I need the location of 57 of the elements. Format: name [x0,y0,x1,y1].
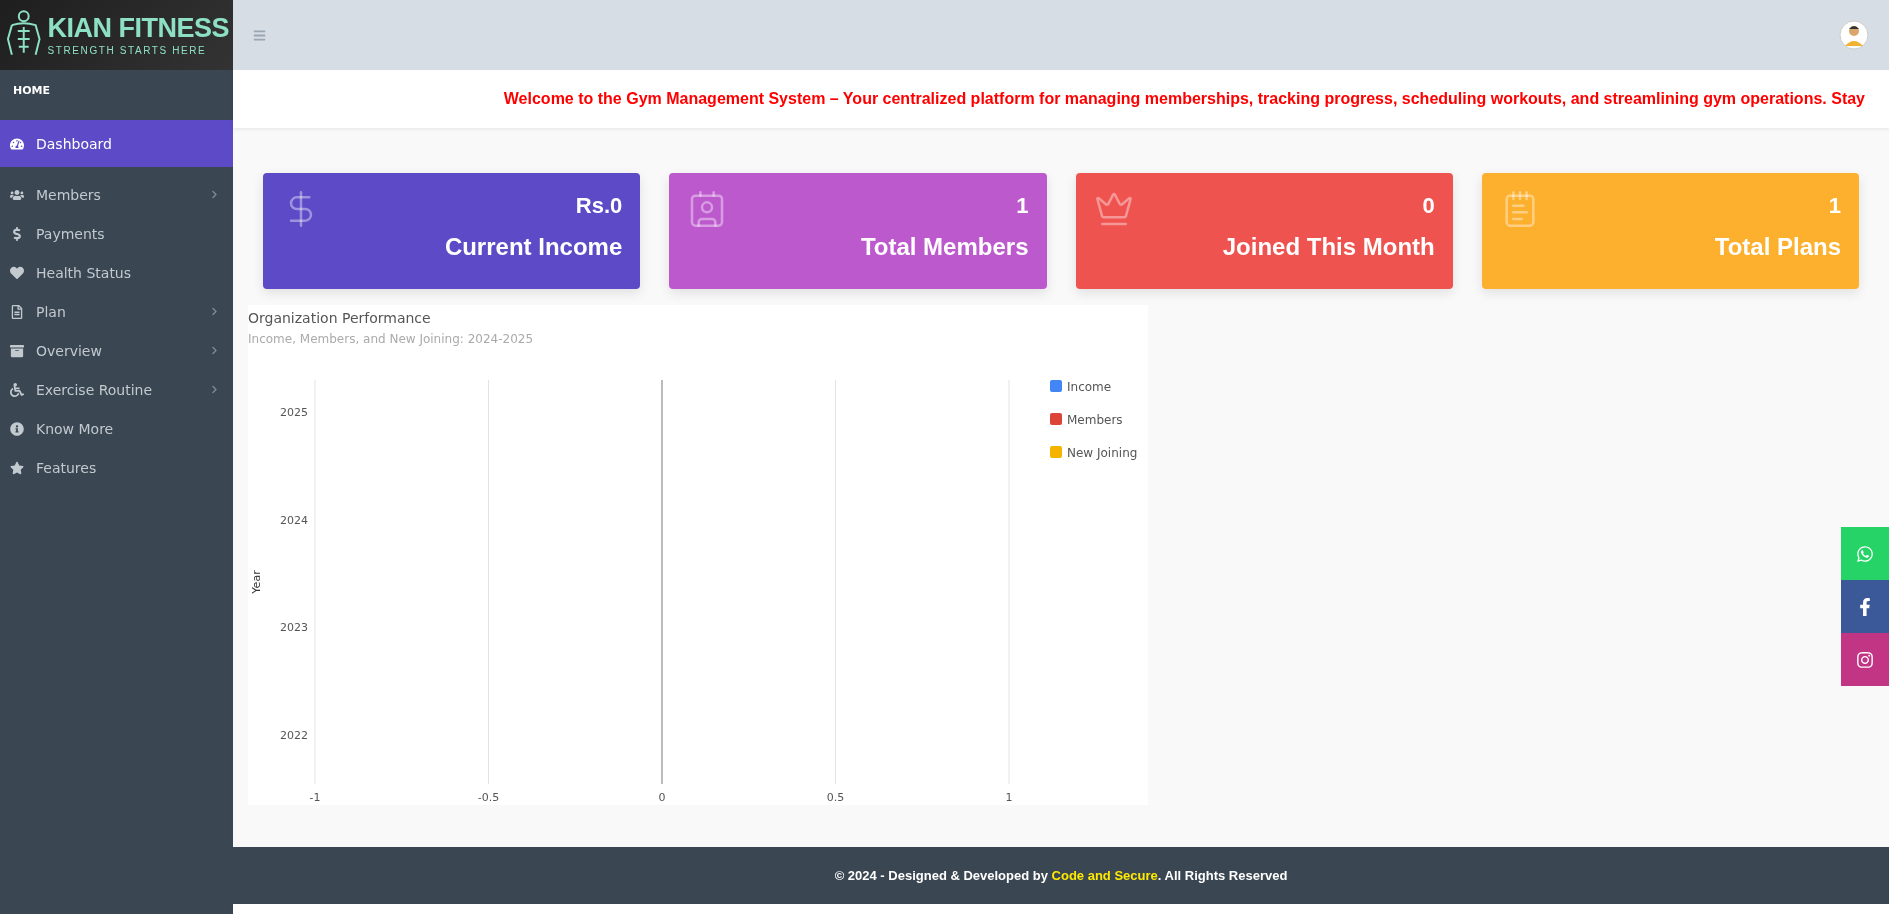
footer-link[interactable]: Code and Secure [1051,868,1158,883]
sidebar-item[interactable]: Dashboard [0,120,233,167]
axis-tick-label: -1 [309,791,321,804]
chart-subtitle: Income, Members, and New Joining: 2024-2025 [248,332,534,346]
logo-title: KIAN FITNESS [47,14,229,42]
instagram-icon [1856,650,1874,669]
axis-tick-label: 0 [658,791,666,804]
legend-label: Income [1067,380,1112,394]
menu-icon[interactable] [253,28,266,42]
axis-tick-label: 2023 [280,621,308,635]
instagram-button[interactable] [1841,633,1889,686]
axis-tick-label: 2025 [280,406,308,420]
wheelchair-icon [10,382,24,397]
chart-title: Organization Performance [248,310,431,326]
sidebar-item[interactable]: Health Status [0,253,233,292]
stat-label: Joined This Month [1222,233,1435,261]
users-icon [10,187,24,202]
sidebar-item[interactable]: Features [0,448,233,487]
star-icon [10,460,24,475]
sidebar-item[interactable]: Overview [0,331,233,370]
sidebar-item[interactable]: Plan [0,292,233,331]
sidebar-heading: HOME [12,82,52,99]
chevron-right-icon [210,307,219,316]
chevron-right-icon [210,190,219,199]
sidebar-item[interactable]: Payments [0,214,233,253]
chevron-right-icon [210,346,219,355]
axis-tick-label: 0.5 [826,791,845,804]
document-icon [10,304,24,319]
whatsapp-icon [1856,544,1874,563]
logo-tagline: STRENGTH STARTS HERE [47,44,208,56]
axis-tick-label: 2022 [280,728,308,742]
welcome-marquee: Welcome to the Gym Management System – Your centralized platform for managing memberships, tracking progress, scheduling workouts, and streamlining gym operations. Stay [503,90,1865,108]
footer-text: © 2024 - Designed & Developed by Code and Secure. All Rights Reserved [834,868,1288,883]
axis-tick-label: -0.5 [477,791,500,804]
info-icon [10,421,24,436]
stat-value: 0 [1422,193,1435,219]
dollar-icon [10,226,24,241]
chevron-right-icon [210,385,219,394]
stat-value: Rs.0 [575,193,623,219]
sidebar-item[interactable]: Exercise Routine [0,370,233,409]
sidebar-item[interactable]: Members [0,175,233,214]
stat-value: 1 [1828,193,1841,219]
legend-label: Members [1067,413,1123,427]
axis-tick-label: 2024 [280,513,308,527]
stat-label: Total Members [860,233,1029,261]
sidebar-item[interactable]: Know More [0,409,233,448]
axis-tick-label: 1 [1005,791,1013,804]
stat-label: Current Income [444,233,623,261]
stat-label: Total Plans [1714,233,1841,261]
axis-title: Year [250,570,263,594]
gauge-icon [10,136,24,151]
archive-icon [10,343,24,358]
heart-icon [10,265,24,280]
stat-value: 1 [1016,193,1029,219]
legend-label: New Joining [1067,446,1138,460]
avatar-icon[interactable] [1839,20,1869,50]
facebook-button[interactable] [1841,580,1889,633]
